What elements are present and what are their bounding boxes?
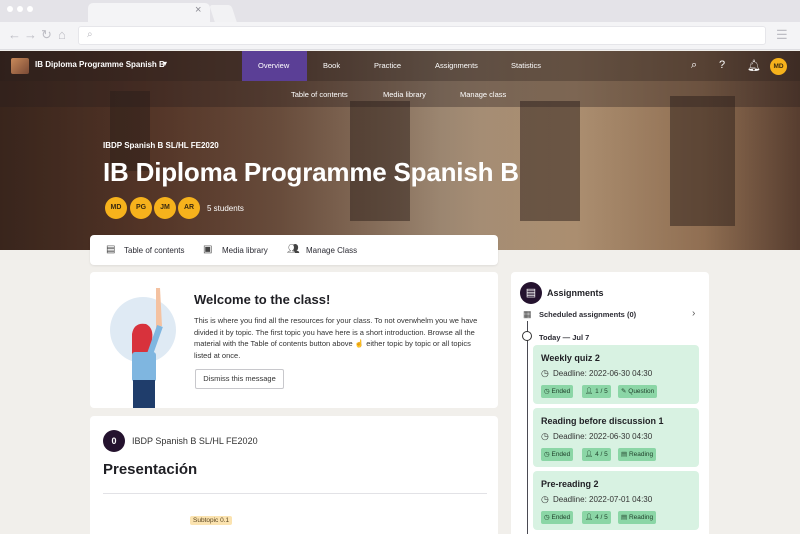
- submissions-count: 4 / 5: [595, 514, 608, 521]
- browser-tab[interactable]: [88, 3, 210, 22]
- tab-close-icon[interactable]: ×: [195, 4, 201, 16]
- assignments-panel: ▤ Assignments ▦ Scheduled assignments (0…: [511, 272, 709, 534]
- assignment-card[interactable]: Pre-reading 2 ◷ Deadline: 2022-07-01 04:…: [533, 471, 699, 530]
- quick-links-bar: ▤ Table of contents ▣ Media library 👥︎ M…: [90, 235, 498, 265]
- student-avatar[interactable]: MD: [105, 197, 127, 219]
- type-label: Reading: [628, 514, 654, 521]
- link-table-of-contents[interactable]: Table of contents: [124, 246, 184, 255]
- topic-course: IBDP Spanish B SL/HL FE2020: [132, 436, 258, 446]
- course-logo: [11, 58, 29, 74]
- browser-toolbar: ← → ↻ ⌂ ⌕ ☰: [0, 22, 800, 50]
- subtab-media-library[interactable]: Media library: [383, 90, 426, 99]
- assignment-title: Reading before discussion 1: [541, 416, 664, 426]
- topic-title[interactable]: Presentación: [103, 461, 197, 478]
- clock-icon: ◷: [541, 494, 549, 504]
- address-bar[interactable]: ⌕: [78, 26, 766, 45]
- topic-number-badge: 0: [103, 430, 125, 452]
- page-title: IB Diploma Programme Spanish B: [103, 157, 519, 187]
- course-hero: IB Diploma Programme Spanish B ▾ Overvie…: [0, 51, 800, 250]
- book-icon: ▤: [106, 244, 116, 255]
- submissions-count: 4 / 5: [595, 451, 608, 458]
- top-navigation: IB Diploma Programme Spanish B ▾ Overvie…: [0, 51, 800, 81]
- tab-statistics[interactable]: Statistics: [511, 61, 541, 70]
- search-icon[interactable]: ⌕: [691, 59, 697, 72]
- home-icon[interactable]: ⌂: [58, 27, 66, 42]
- user-avatar[interactable]: MD: [770, 58, 787, 75]
- assignment-card[interactable]: Weekly quiz 2 ◷ Deadline: 2022-06-30 04:…: [533, 345, 699, 404]
- subtab-manage-class[interactable]: Manage class: [460, 90, 506, 99]
- page: × ← → ↻ ⌂ ⌕ ☰ IB Diploma Programme Spani…: [0, 0, 800, 534]
- media-icon: ▣: [203, 244, 213, 255]
- subtopic-label[interactable]: Subtopic 0.1: [190, 516, 233, 525]
- chevron-down-icon[interactable]: ▾: [163, 59, 167, 68]
- timeline-line: [527, 321, 528, 534]
- welcome-card: Welcome to the class! This is where you …: [90, 272, 498, 408]
- submissions-badge: 👤︎ 4 / 5: [582, 448, 611, 461]
- link-manage-class[interactable]: Manage Class: [306, 246, 357, 255]
- bell-icon[interactable]: 🔔︎: [747, 59, 761, 72]
- status-label: Ended: [551, 514, 571, 521]
- type-label: Question: [628, 388, 655, 395]
- status-badge: ◷ Ended: [541, 385, 574, 398]
- clock-icon: [522, 331, 532, 341]
- assignment-deadline: Deadline: 2022-06-30 04:30: [553, 369, 653, 378]
- type-badge: ✎ Question: [618, 385, 658, 398]
- divider: [103, 493, 487, 494]
- student-avatar[interactable]: PG: [130, 197, 152, 219]
- status-badge: ◷ Ended: [541, 511, 574, 524]
- type-badge: ▤ Reading: [618, 511, 657, 524]
- submissions-badge: 👤︎ 4 / 5: [582, 511, 611, 524]
- waving-person-illustration: [132, 288, 163, 408]
- assignments-title: Assignments: [547, 288, 604, 298]
- status-label: Ended: [551, 388, 571, 395]
- link-media-library[interactable]: Media library: [222, 246, 268, 255]
- type-label: Reading: [628, 451, 654, 458]
- browser-tab-strip: ×: [0, 0, 800, 22]
- student-avatar[interactable]: JM: [154, 197, 176, 219]
- clock-icon: ◷: [541, 431, 549, 441]
- course-code: IBDP Spanish B SL/HL FE2020: [103, 141, 219, 150]
- tab-practice[interactable]: Practice: [374, 61, 401, 70]
- assignment-deadline: Deadline: 2022-07-01 04:30: [553, 495, 653, 504]
- assignment-deadline: Deadline: 2022-06-30 04:30: [553, 432, 653, 441]
- browser-menu-icon[interactable]: ☰: [776, 27, 788, 43]
- status-badge: ◷ Ended: [541, 448, 574, 461]
- calendar-icon: ▦: [523, 309, 532, 319]
- topic-card: 0 IBDP Spanish B SL/HL FE2020 Presentaci…: [90, 416, 498, 534]
- assignment-title: Pre-reading 2: [541, 479, 599, 489]
- welcome-title: Welcome to the class!: [194, 292, 331, 307]
- new-tab-button[interactable]: [209, 5, 237, 22]
- forward-icon[interactable]: →: [24, 27, 37, 42]
- window-maximize-icon[interactable]: [27, 6, 33, 12]
- status-label: Ended: [551, 451, 571, 458]
- tab-book[interactable]: Book: [323, 61, 340, 70]
- people-icon: 👥︎: [287, 244, 300, 255]
- scheduled-assignments[interactable]: Scheduled assignments (0): [539, 310, 636, 319]
- student-avatar[interactable]: AR: [178, 197, 200, 219]
- help-icon[interactable]: ?: [719, 59, 725, 71]
- sub-navigation: Table of contents Media library Manage c…: [0, 81, 800, 107]
- tab-overview[interactable]: Overview: [258, 61, 289, 70]
- assignment-title: Weekly quiz 2: [541, 353, 600, 363]
- submissions-count: 1 / 5: [595, 388, 608, 395]
- clock-icon: ◷: [541, 368, 549, 378]
- subtab-table-of-contents[interactable]: Table of contents: [291, 90, 348, 99]
- submissions-badge: 👤︎ 1 / 5: [582, 385, 611, 398]
- type-badge: ▤ Reading: [618, 448, 657, 461]
- dismiss-button[interactable]: Dismiss this message: [195, 369, 284, 389]
- assignment-card[interactable]: Reading before discussion 1 ◷ Deadline: …: [533, 408, 699, 467]
- course-switcher[interactable]: IB Diploma Programme Spanish B: [35, 60, 165, 69]
- back-icon[interactable]: ←: [8, 27, 21, 42]
- today-label: Today — Jul 7: [539, 333, 590, 342]
- clipboard-icon: ▤: [520, 282, 542, 304]
- search-icon: ⌕: [87, 29, 93, 40]
- welcome-text: This is where you find all the resources…: [194, 316, 478, 360]
- student-count[interactable]: 5 students: [207, 204, 244, 213]
- window-minimize-icon[interactable]: [17, 6, 23, 12]
- window-close-icon[interactable]: [7, 6, 13, 12]
- tab-assignments[interactable]: Assignments: [435, 61, 478, 70]
- reload-icon[interactable]: ↻: [41, 27, 52, 43]
- chevron-right-icon[interactable]: ›: [692, 308, 695, 319]
